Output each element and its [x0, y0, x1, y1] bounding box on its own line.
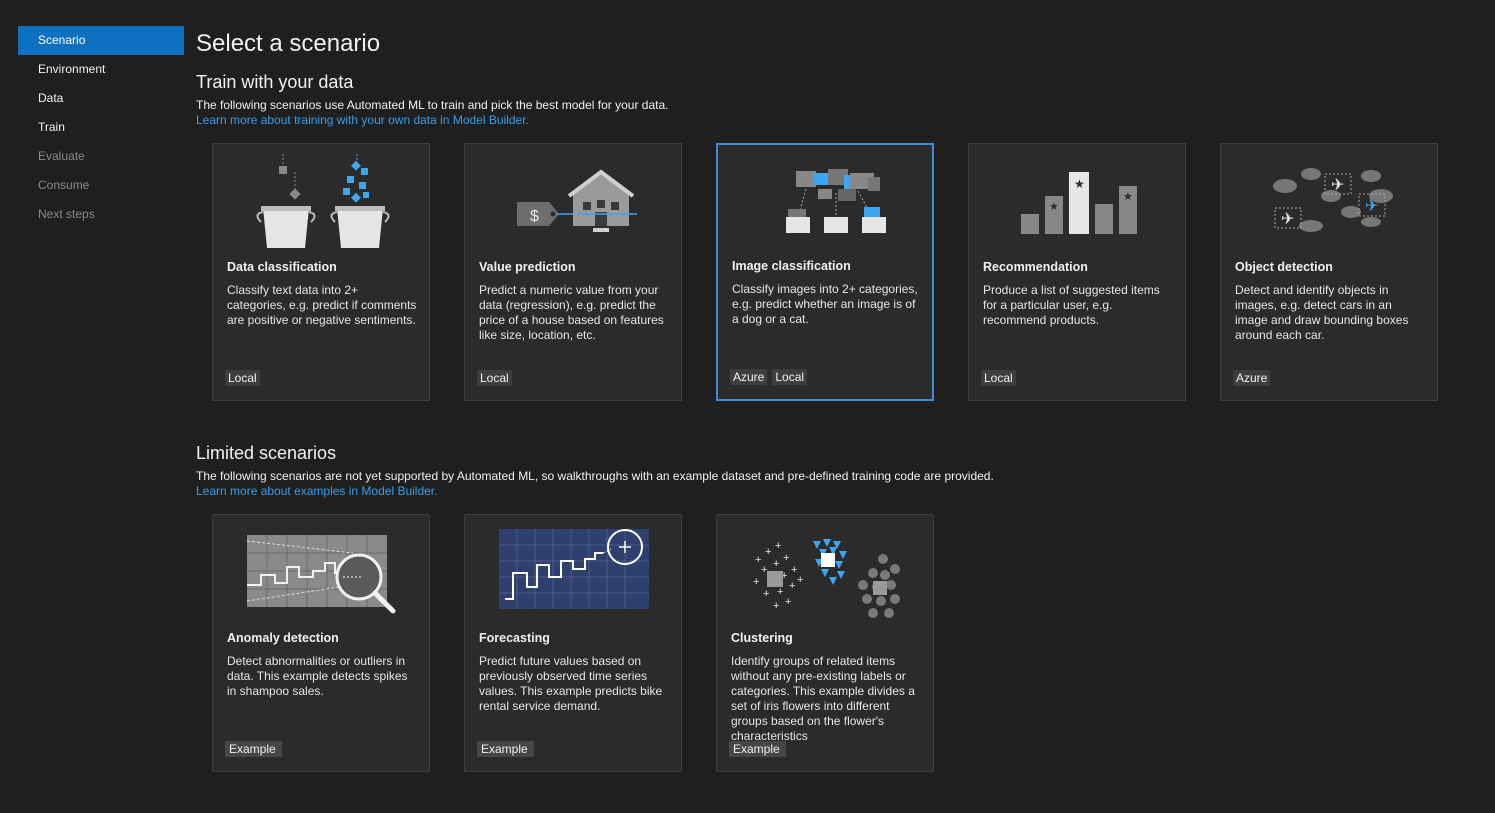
tag-example: Example	[477, 741, 534, 757]
star-bars-icon: ★ ★ ★	[1021, 172, 1137, 234]
train-section-description: The following scenarios use Automated ML…	[196, 98, 669, 112]
svg-text:✈: ✈	[1365, 198, 1378, 215]
svg-text:$: $	[530, 208, 539, 225]
wizard-sidebar: Scenario Environment Data Train Evaluate…	[18, 26, 184, 229]
scenario-card-data-classification[interactable]: Data classification Classify text data i…	[212, 143, 430, 401]
tag-local: Local	[772, 369, 808, 385]
image-sort-icon	[786, 169, 886, 233]
buckets-icon	[256, 154, 390, 248]
card-description: Classify text data into 2+ categories, e…	[227, 283, 417, 327]
tag-azure: Azure	[1233, 370, 1271, 386]
house-price-icon: $	[517, 169, 637, 232]
svg-text:★: ★	[1074, 177, 1085, 191]
scenario-card-image-classification[interactable]: Image classification Classify images int…	[716, 143, 934, 401]
nav-item-evaluate: Evaluate	[38, 149, 85, 163]
tag-example: Example	[729, 741, 786, 757]
limited-section-heading: Limited scenarios	[196, 443, 337, 463]
svg-text:★: ★	[1123, 191, 1133, 203]
card-description: Predict a numeric value from your data (…	[479, 283, 664, 342]
card-description: Identify groups of related items without…	[731, 654, 915, 743]
example-card-forecasting[interactable]: Forecasting Predict future values based …	[464, 514, 682, 772]
example-card-clustering[interactable]: ++++ ++++ ++++ ++++ Clustering Identify …	[716, 514, 934, 772]
nav-item-train[interactable]: Train	[18, 113, 184, 142]
svg-text:★: ★	[1049, 201, 1059, 213]
svg-text:+: +	[763, 588, 769, 600]
plane-detection-icon: ✈ ✈ ✈	[1273, 168, 1393, 232]
train-learn-more-link[interactable]: Learn more about training with your own …	[196, 113, 529, 127]
svg-text:+: +	[797, 574, 803, 586]
svg-text:+: +	[785, 596, 791, 608]
nav-item-environment[interactable]: Environment	[18, 55, 184, 84]
limited-learn-more-link[interactable]: Learn more about examples in Model Build…	[196, 484, 437, 498]
card-title: Anomaly detection	[227, 631, 339, 645]
svg-text:+: +	[773, 600, 779, 612]
nav-item-data[interactable]: Data	[18, 84, 184, 113]
nav-item-next-steps: Next steps	[38, 207, 95, 221]
card-title: Recommendation	[983, 260, 1088, 274]
card-title: Value prediction	[479, 260, 576, 274]
svg-text:+: +	[789, 580, 795, 592]
svg-text:+: +	[777, 586, 783, 598]
card-description: Classify images into 2+ categories, e.g.…	[732, 282, 918, 326]
nav-item-scenario[interactable]: Scenario	[18, 26, 184, 55]
svg-text:✈: ✈	[1281, 211, 1294, 228]
tag-azure: Azure	[730, 369, 768, 385]
scenario-card-value-prediction[interactable]: $ Value prediction Predict a numeric val…	[464, 143, 682, 401]
card-title: Data classification	[227, 260, 337, 274]
svg-text:+: +	[765, 546, 771, 558]
svg-text:+: +	[753, 576, 759, 588]
svg-text:+: +	[783, 552, 789, 564]
tag-example: Example	[225, 741, 282, 757]
card-description: Detect and identify objects in images, e…	[1235, 283, 1409, 342]
scenario-card-recommendation[interactable]: ★ ★ ★ Recommendation Produce a list of s…	[968, 143, 1186, 401]
card-description: Predict future values based on previousl…	[479, 654, 663, 713]
tag-local: Local	[225, 370, 260, 386]
svg-text:+: +	[775, 540, 781, 552]
nav-item-consume: Consume	[38, 178, 90, 192]
example-card-anomaly-detection[interactable]: Anomaly detection Detect abnormalities o…	[212, 514, 430, 772]
tag-local: Local	[981, 370, 1016, 386]
card-description: Produce a list of suggested items for a …	[983, 283, 1160, 327]
magnifier-chart-icon	[246, 535, 396, 614]
card-title: Object detection	[1235, 260, 1333, 274]
scenario-card-object-detection[interactable]: ✈ ✈ ✈ Object detection Detect and identi…	[1220, 143, 1438, 401]
card-title: Clustering	[731, 631, 793, 645]
forecast-chart-icon	[499, 529, 649, 609]
tag-local: Local	[477, 370, 512, 386]
card-description: Detect abnormalities or outliers in data…	[227, 654, 408, 698]
svg-text:✈: ✈	[1331, 177, 1344, 194]
page-title: Select a scenario	[196, 30, 381, 57]
clusters-icon: ++++ ++++ ++++ ++++	[753, 539, 900, 618]
main-content: Select a scenario Train with your data T…	[196, 0, 1495, 813]
card-title: Image classification	[732, 259, 851, 273]
card-title: Forecasting	[479, 631, 550, 645]
train-section-heading: Train with your data	[196, 72, 354, 92]
svg-text:+: +	[773, 558, 779, 570]
limited-section-description: The following scenarios are not yet supp…	[196, 469, 994, 483]
svg-text:+: +	[761, 564, 767, 576]
